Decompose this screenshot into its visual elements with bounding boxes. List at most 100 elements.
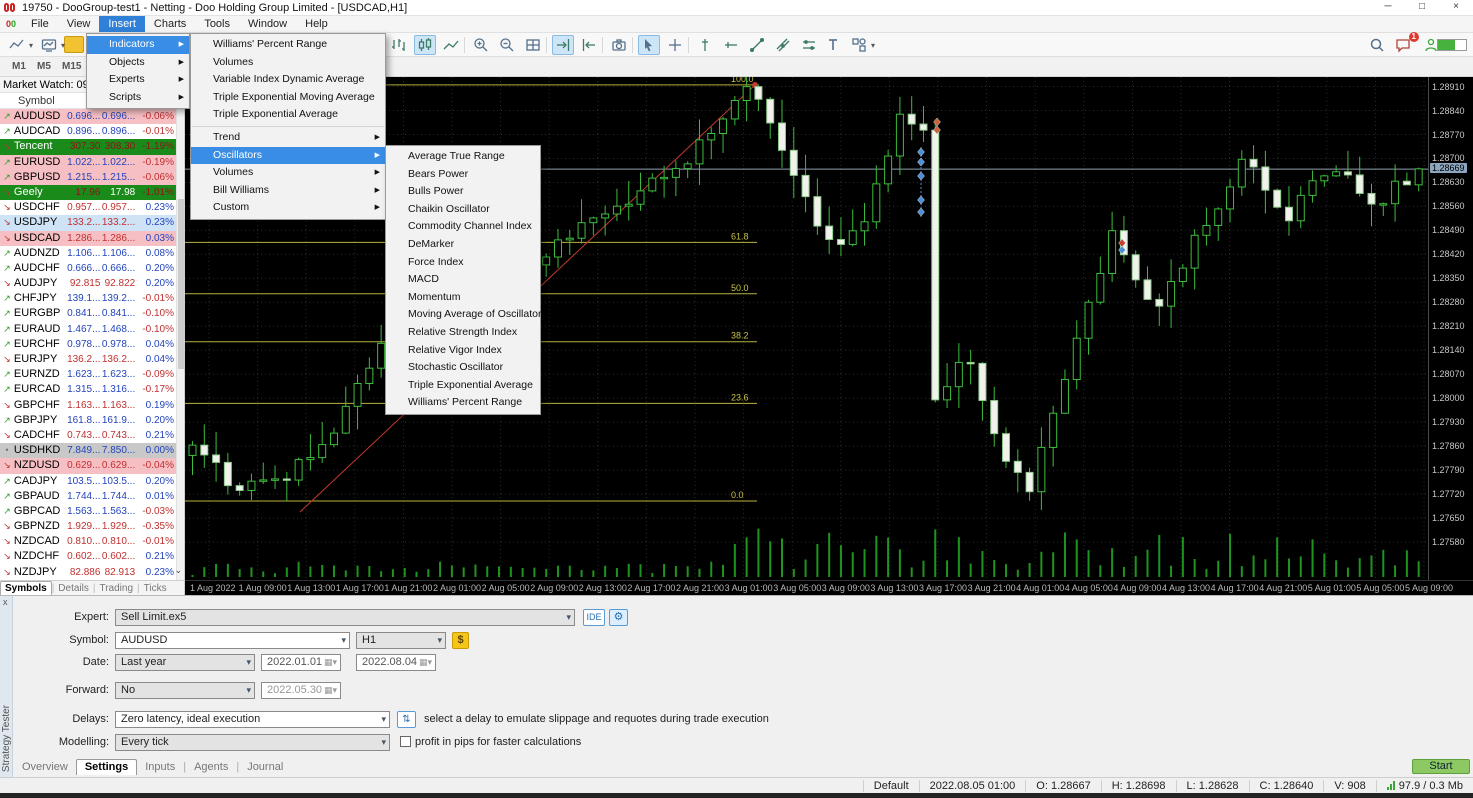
market-watch-row-usdchf[interactable]: ↘USDCHF0.957...0.957...0.23% — [0, 200, 177, 215]
market-watch-tab-ticks[interactable]: Ticks — [140, 582, 171, 595]
timeframe-m15[interactable]: M15 — [58, 60, 85, 74]
menu-item-stochastic-oscillator[interactable]: Stochastic Oscillator — [386, 359, 540, 377]
menu-window[interactable]: Window — [239, 16, 296, 32]
profit-in-pips-checkbox[interactable] — [400, 736, 411, 747]
tester-tab-settings[interactable]: Settings — [76, 759, 137, 775]
indicator-window-icon[interactable] — [38, 35, 60, 55]
equidistant-channel-icon[interactable] — [798, 35, 820, 55]
notifications-icon[interactable]: 1 — [1392, 35, 1414, 55]
market-watch-row-usdjpy[interactable]: ↘USDJPY133.2...133.2...0.23% — [0, 215, 177, 230]
menu-item-chaikin-oscillator[interactable]: Chaikin Oscillator — [386, 201, 540, 219]
market-watch-row-tencent[interactable]: ↘Tencent307.30308.30-1.19% — [0, 139, 177, 154]
close-button[interactable]: × — [1439, 0, 1473, 15]
menu-item-experts[interactable]: Experts▶ — [87, 71, 189, 89]
menu-item-williams-percent-range[interactable]: Williams' Percent Range — [191, 36, 385, 54]
indicator-window-icon-caret[interactable]: ▾ — [61, 41, 65, 50]
menu-insert[interactable]: Insert — [99, 16, 145, 32]
market-watch-row-audchf[interactable]: ↗AUDCHF0.666...0.666...0.20% — [0, 261, 177, 276]
menu-item-demarker[interactable]: DeMarker — [386, 236, 540, 254]
screenshot-camera-icon[interactable] — [608, 35, 630, 55]
menu-item-custom[interactable]: Custom▶ — [191, 199, 385, 217]
market-watch-row-eurchf[interactable]: ↗EURCHF0.978...0.978...0.04% — [0, 337, 177, 352]
menu-item-volumes[interactable]: Volumes — [191, 54, 385, 72]
channel-icon[interactable] — [772, 35, 794, 55]
forward-select[interactable]: No▾ — [115, 682, 255, 699]
tester-tab-inputs[interactable]: Inputs — [137, 760, 183, 775]
menu-item-indicators[interactable]: Indicators▶ — [87, 36, 189, 54]
tester-tab-overview[interactable]: Overview — [14, 760, 76, 775]
menu-file[interactable]: File — [22, 16, 58, 32]
chart-type-icon-caret[interactable]: ▾ — [29, 41, 33, 50]
menu-item-force-index[interactable]: Force Index — [386, 254, 540, 272]
market-watch-row-usdhkd[interactable]: •USDHKD7.849...7.850...0.00% — [0, 443, 177, 458]
candlestick-chart-icon[interactable] — [414, 35, 436, 55]
market-watch-row-audnzd[interactable]: ↗AUDNZD1.106...1.106...0.08% — [0, 246, 177, 261]
market-watch-row-eurusd[interactable]: ↗EURUSD1.022...1.022...-0.19% — [0, 155, 177, 170]
account-status-icon[interactable] — [1420, 35, 1442, 55]
date-from-field[interactable]: 2022.01.01▦▾ — [261, 654, 341, 671]
menu-item-average-true-range[interactable]: Average True Range — [386, 148, 540, 166]
market-watch-row-nzdusd[interactable]: ↘NZDUSD0.629...0.629...-0.04% — [0, 458, 177, 473]
menu-item-moving-average-of-oscillator[interactable]: Moving Average of Oscillator — [386, 306, 540, 324]
market-watch-row-euraud[interactable]: ↗EURAUD1.467...1.468...-0.10% — [0, 322, 177, 337]
market-watch-row-nzdjpy[interactable]: ↘NZDJPY82.88682.9130.23% — [0, 565, 177, 580]
market-watch-row-gbpnzd[interactable]: ↘GBPNZD1.929...1.929...-0.35% — [0, 519, 177, 534]
trendline-icon[interactable] — [746, 35, 768, 55]
menu-item-williams-percent-range[interactable]: Williams' Percent Range — [386, 394, 540, 412]
expert-settings-gear-icon[interactable]: ⚙ — [609, 609, 628, 626]
shapes-icon[interactable] — [848, 35, 870, 55]
market-watch-row-gbpchf[interactable]: ↘GBPCHF1.163...1.163...0.19% — [0, 398, 177, 413]
market-watch-tab-details[interactable]: Details — [54, 582, 93, 595]
cursor-icon[interactable] — [638, 35, 660, 55]
menu-item-momentum[interactable]: Momentum — [386, 289, 540, 307]
zoom-out-icon[interactable] — [496, 35, 518, 55]
shapes-icon-caret[interactable]: ▾ — [871, 41, 875, 50]
date-to-field[interactable]: 2022.08.04▦▾ — [356, 654, 436, 671]
search-icon[interactable] — [1366, 35, 1388, 55]
market-watch-row-cadjpy[interactable]: ↗CADJPY103.5...103.5...0.20% — [0, 474, 177, 489]
menu-item-variable-index-dynamic-average[interactable]: Variable Index Dynamic Average — [191, 71, 385, 89]
market-watch-row-audusd[interactable]: ↗AUDUSD0.696...0.696...-0.06% — [0, 109, 177, 124]
market-watch-row-usdcad[interactable]: ↘USDCAD1.286...1.286...0.03% — [0, 231, 177, 246]
period-select[interactable]: H1▾ — [356, 632, 446, 649]
menu-item-bulls-power[interactable]: Bulls Power — [386, 183, 540, 201]
market-watch-tab-trading[interactable]: Trading — [95, 582, 137, 595]
horizontal-line-icon[interactable] — [720, 35, 742, 55]
market-watch-row-gbpusd[interactable]: ↗GBPUSD1.215...1.215...-0.06% — [0, 170, 177, 185]
expert-select[interactable]: Sell Limit.ex5▾ — [115, 609, 575, 626]
profile-status[interactable]: Default — [863, 780, 919, 792]
delays-settings-icon[interactable]: ⇅ — [397, 711, 416, 728]
menu-item-triple-exponential-average[interactable]: Triple Exponential Average — [386, 377, 540, 395]
menu-item-triple-exponential-moving-average[interactable]: Triple Exponential Moving Average — [191, 89, 385, 107]
market-watch-row-gbpaud[interactable]: ↗GBPAUD1.744...1.744...0.01% — [0, 489, 177, 504]
tester-tab-agents[interactable]: Agents — [186, 760, 236, 775]
menu-item-macd[interactable]: MACD — [386, 271, 540, 289]
menu-item-bears-power[interactable]: Bears Power — [386, 166, 540, 184]
chart-shift-icon[interactable] — [578, 35, 600, 55]
menu-item-triple-exponential-average[interactable]: Triple Exponential Average — [191, 106, 385, 124]
delays-select[interactable]: Zero latency, ideal execution▾ — [115, 711, 390, 728]
market-watch-row-nzdchf[interactable]: ↘NZDCHF0.602...0.602...0.21% — [0, 549, 177, 564]
menu-item-objects[interactable]: Objects▶ — [87, 54, 189, 72]
menu-item-trend[interactable]: Trend▶ — [191, 129, 385, 147]
market-watch-row-eurjpy[interactable]: ↘EURJPY136.2...136.2...0.04% — [0, 352, 177, 367]
menu-tools[interactable]: Tools — [195, 16, 239, 32]
market-watch-tab-symbols[interactable]: Symbols — [0, 581, 52, 595]
minimize-button[interactable]: ─ — [1371, 0, 1405, 15]
bars-chart-icon[interactable] — [388, 35, 410, 55]
auto-scroll-icon[interactable] — [552, 35, 574, 55]
crosshair-icon[interactable] — [664, 35, 686, 55]
scroll-down-icon[interactable]: ⌄ — [174, 565, 182, 576]
price-axis[interactable]: 1.289101.288401.287701.287001.286301.285… — [1428, 77, 1473, 580]
market-watch-row-gbpcad[interactable]: ↗GBPCAD1.563...1.563...-0.03% — [0, 504, 177, 519]
menu-item-volumes[interactable]: Volumes▶ — [191, 164, 385, 182]
market-watch-row-cadchf[interactable]: ↘CADCHF0.743...0.743...0.21% — [0, 428, 177, 443]
market-watch-row-eurnzd[interactable]: ↗EURNZD1.623...1.623...-0.09% — [0, 367, 177, 382]
tester-tab-journal[interactable]: Journal — [239, 760, 291, 775]
menu-item-commodity-channel-index[interactable]: Commodity Channel Index — [386, 218, 540, 236]
menu-charts[interactable]: Charts — [145, 16, 195, 32]
market-watch-row-audjpy[interactable]: ↘AUDJPY92.81592.8220.20% — [0, 276, 177, 291]
market-watch-scrollbar[interactable] — [176, 109, 184, 580]
menu-item-scripts[interactable]: Scripts▶ — [87, 89, 189, 107]
market-watch-row-eurgbp[interactable]: ↗EURGBP0.841...0.841...-0.10% — [0, 306, 177, 321]
